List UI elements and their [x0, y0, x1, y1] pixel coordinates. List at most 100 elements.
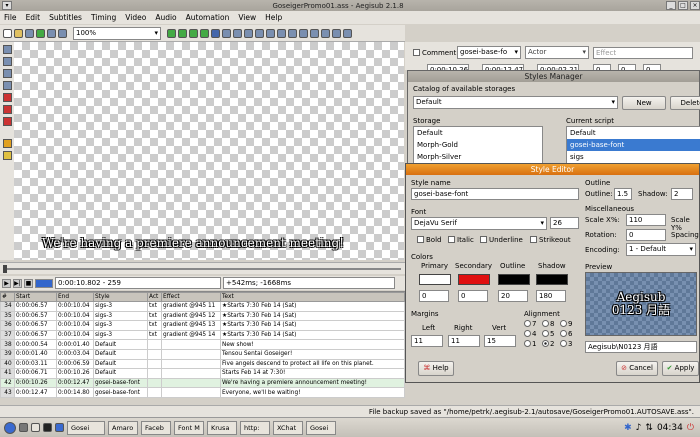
secondary-alpha-field[interactable]: 0: [458, 290, 488, 302]
subtitles-grid[interactable]: # Start End Style Act Effect Text 34 0:00:06.57…: [0, 291, 405, 398]
margin-right-input[interactable]: 11: [448, 335, 480, 347]
save-icon[interactable]: [25, 28, 34, 38]
snap-scene-icon[interactable]: [189, 28, 198, 38]
effect-field[interactable]: Effect: [593, 47, 693, 59]
play-icon[interactable]: ▶: [2, 278, 11, 288]
stop-icon[interactable]: ■: [24, 278, 33, 288]
properties-icon[interactable]: [222, 28, 231, 38]
table-row[interactable]: 34 0:00:06.57 0:00:10.04 sigs-3 txt gradient …: [0, 301, 405, 312]
menu-audio[interactable]: Audio: [155, 13, 176, 22]
start-menu-icon[interactable]: [4, 421, 16, 434]
style-editor-titlebar[interactable]: Style Editor: [406, 164, 699, 175]
desktop-switch-icon[interactable]: [55, 423, 64, 432]
taskbar-task[interactable]: Krusa: [207, 420, 237, 435]
zoom-select[interactable]: 100%: [73, 26, 161, 40]
desktop-icon[interactable]: [19, 423, 28, 432]
clip-icon[interactable]: [2, 105, 12, 114]
current-style-item[interactable]: gosei-base-font: [567, 139, 700, 151]
menu-edit[interactable]: Edit: [26, 13, 41, 22]
volume-icon[interactable]: ♪: [636, 423, 642, 433]
actor-select[interactable]: Actor: [525, 46, 589, 59]
align-option-7[interactable]: 7: [524, 320, 542, 328]
menu-view[interactable]: View: [238, 13, 256, 22]
taskbar-task[interactable]: Gosei: [306, 420, 336, 435]
italic-checkbox[interactable]: Italic: [448, 236, 474, 244]
menu-help[interactable]: Help: [265, 13, 282, 22]
underline-checkbox[interactable]: Underline: [480, 236, 523, 244]
files-icon[interactable]: [31, 423, 40, 432]
apply-button[interactable]: ✔ Apply: [662, 361, 699, 376]
font-size-field[interactable]: 26: [550, 217, 579, 229]
align-option-6[interactable]: 6: [560, 330, 578, 338]
font-select[interactable]: DejaVu Serif: [411, 217, 547, 230]
shift-icon[interactable]: [200, 28, 209, 38]
taskbar-task[interactable]: Font M: [174, 420, 204, 435]
window-menu-button[interactable]: ▾: [2, 1, 12, 10]
play-line-icon[interactable]: ▶|: [13, 278, 22, 288]
tags-icon[interactable]: [332, 28, 341, 38]
align-option-1[interactable]: 1: [524, 340, 542, 348]
table-row[interactable]: 42 0:00:10.26 0:00:12.47 gosei-base-font We'…: [0, 377, 405, 389]
bold-checkbox[interactable]: Bold: [417, 236, 441, 244]
realtime-icon[interactable]: [2, 139, 12, 148]
menu-automation[interactable]: Automation: [186, 13, 230, 22]
current-style-item[interactable]: Default: [567, 127, 700, 139]
network-icon[interactable]: ⇅: [645, 423, 653, 433]
style-name-field[interactable]: gosei-base-font: [411, 188, 579, 200]
outline-color-button[interactable]: [498, 274, 530, 285]
video-seek-slider[interactable]: [0, 262, 405, 274]
menu-subtitles[interactable]: Subtitles: [49, 13, 82, 22]
automation-icon[interactable]: [255, 28, 264, 38]
catalog-select[interactable]: Default: [413, 96, 618, 109]
taskbar-task[interactable]: Gosei: [67, 420, 105, 435]
delete-catalog-button[interactable]: Delete: [670, 96, 700, 110]
autoscroll-icon[interactable]: [35, 278, 53, 288]
new-icon[interactable]: [3, 28, 12, 38]
menu-video[interactable]: Video: [125, 13, 146, 22]
comment-checkbox[interactable]: Comment: [413, 49, 456, 57]
margin-left-input[interactable]: 11: [411, 335, 443, 347]
encoding-select[interactable]: 1 - Default: [626, 243, 696, 256]
snap-end-icon[interactable]: [178, 28, 187, 38]
clock[interactable]: 04:34: [657, 423, 683, 433]
open-icon[interactable]: [14, 28, 23, 38]
resample-icon[interactable]: [277, 28, 286, 38]
storage-item[interactable]: Default: [414, 127, 542, 139]
help-tool-icon[interactable]: [2, 151, 12, 160]
bluetooth-icon[interactable]: ✱: [624, 423, 632, 433]
secondary-color-button[interactable]: [458, 274, 490, 285]
align-option-9[interactable]: 9: [560, 320, 578, 328]
align-option-4[interactable]: 4: [524, 330, 542, 338]
menu-file[interactable]: File: [4, 13, 17, 22]
preview-text-field[interactable]: Aegisub\N0123 月語: [585, 341, 697, 353]
storage-item[interactable]: Morph-Silver: [414, 151, 542, 163]
rotate-xy-icon[interactable]: [2, 81, 12, 90]
table-row[interactable]: 38 0:00:00.54 0:00:01.40 Default New show!: [0, 339, 405, 350]
new-catalog-button[interactable]: New: [622, 96, 666, 110]
grid-icon[interactable]: [321, 28, 330, 38]
fonts-icon[interactable]: [244, 28, 253, 38]
align-option-2[interactable]: 2: [542, 340, 560, 348]
table-row[interactable]: 37 0:00:06.57 0:00:10.04 sigs-3 txt gradient …: [0, 329, 405, 341]
cancel-button[interactable]: ⊘ Cancel: [616, 361, 658, 376]
outline-alpha-field[interactable]: 20: [498, 290, 528, 302]
standard-tool-icon[interactable]: [2, 45, 12, 54]
attachments-icon[interactable]: [233, 28, 242, 38]
table-row[interactable]: 36 0:00:06.57 0:00:10.04 sigs-3 txt gradient …: [0, 320, 405, 331]
outline-width-field[interactable]: 1.5: [614, 188, 632, 200]
drag-tool-icon[interactable]: [2, 57, 12, 66]
margin-vert-input[interactable]: 15: [484, 335, 516, 347]
snap-start-icon[interactable]: [167, 28, 176, 38]
minimize-button[interactable]: _: [666, 1, 676, 10]
taskbar-task[interactable]: Amaro: [108, 420, 138, 435]
close-button[interactable]: ×: [690, 1, 700, 10]
zoom-in-icon[interactable]: [47, 28, 56, 38]
terminal-icon[interactable]: [43, 423, 52, 432]
strikeout-checkbox[interactable]: Strikeout: [530, 236, 571, 244]
power-icon[interactable]: ⏻: [687, 423, 694, 433]
menu-timing[interactable]: Timing: [91, 13, 116, 22]
help-button[interactable]: ⌘ Help: [418, 361, 454, 376]
taskbar-task[interactable]: Faceb: [141, 420, 171, 435]
align-option-3[interactable]: 3: [560, 340, 578, 348]
kanji-icon[interactable]: [299, 28, 308, 38]
